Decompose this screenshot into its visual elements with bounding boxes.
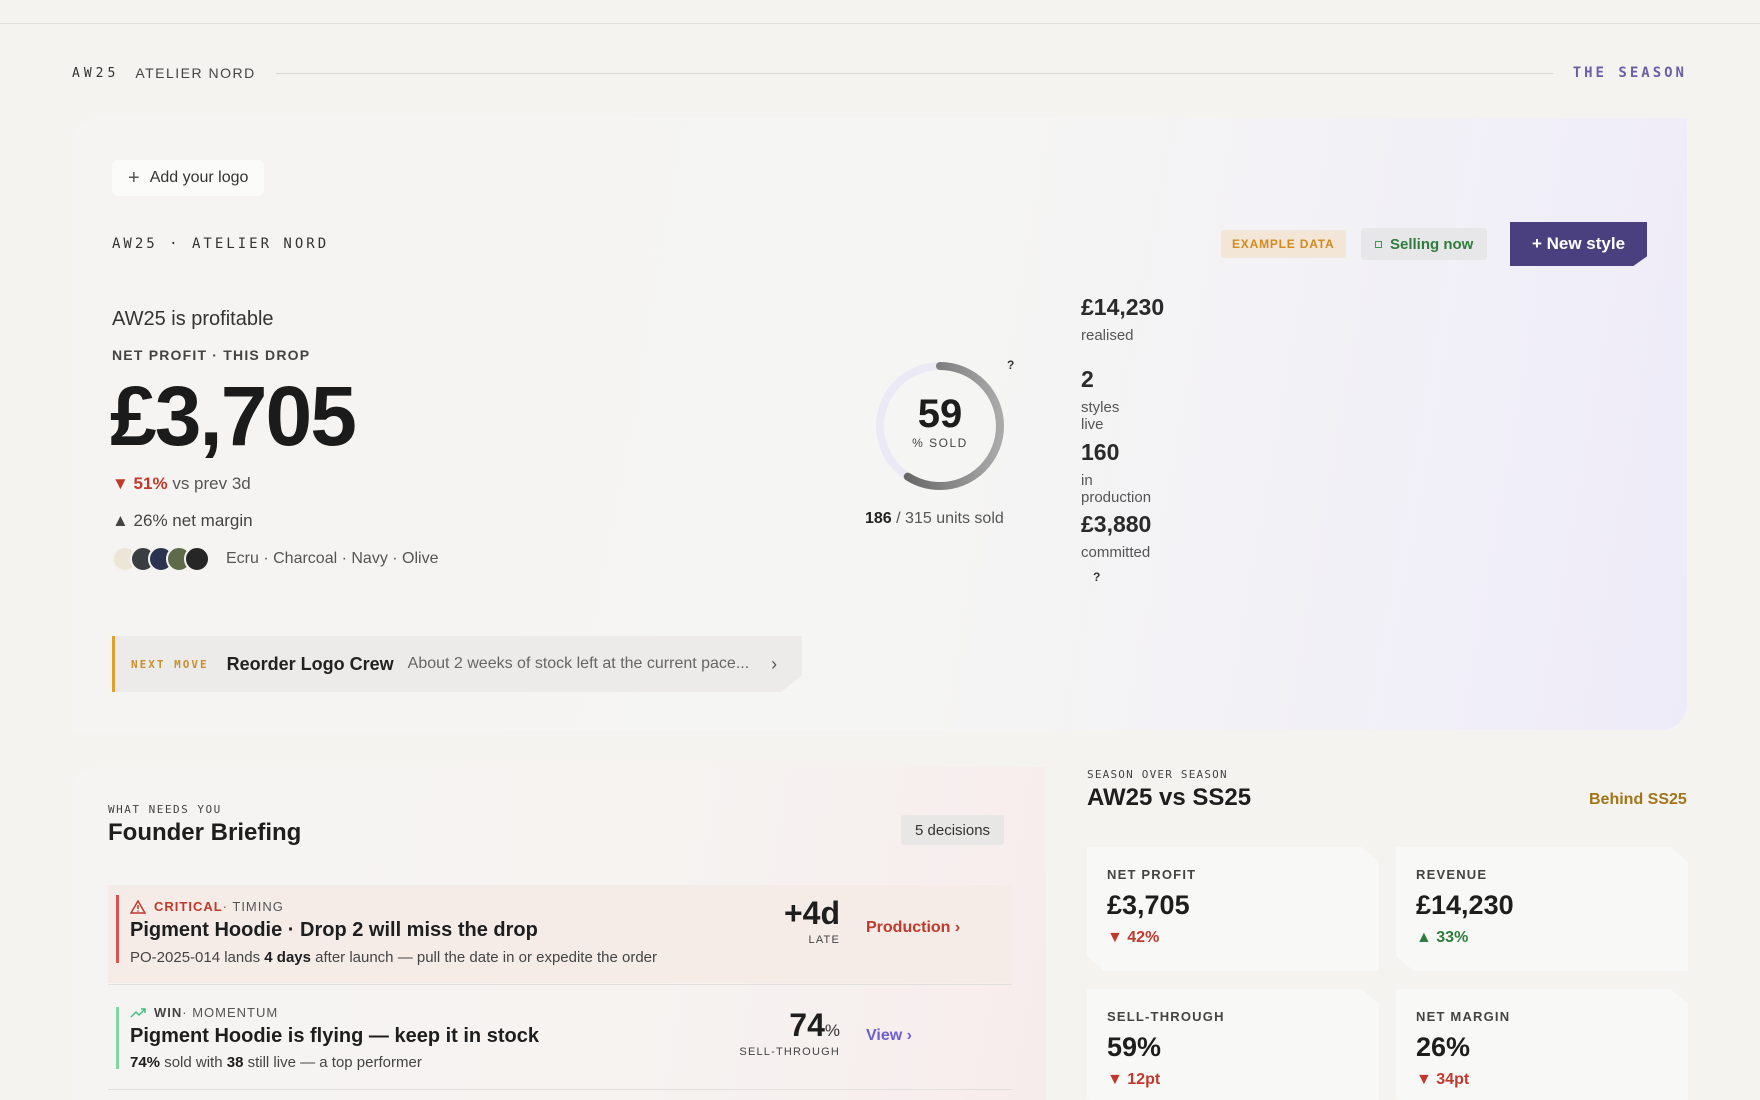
sold-help-icon[interactable]: ? <box>1007 358 1014 372</box>
row-metric: 74% SELL-THROUGH <box>739 1007 840 1058</box>
severity-label: CRITICAL <box>154 899 223 914</box>
units-sold-count: 186 <box>865 510 892 527</box>
selling-status-label: Selling now <box>1390 235 1474 253</box>
sold-ring-value: 59 <box>917 392 963 436</box>
committed-help-icon[interactable]: ? <box>1093 570 1100 584</box>
net-margin: ▲ 26% net margin <box>112 511 253 530</box>
severity-label: WIN <box>154 1005 183 1020</box>
kpi-value: 59% <box>1107 1032 1162 1062</box>
header-section-label: THE SEASON <box>1572 65 1687 81</box>
kpi-delta: ▼ 34pt <box>1416 1071 1470 1088</box>
stat-in-production: 160 in production <box>1081 439 1151 506</box>
row-description: PO-2025-014 lands 4 days after launch — … <box>130 949 658 966</box>
units-sold-total: / 315 units sold <box>896 510 1004 527</box>
stat-label: committed <box>1081 544 1151 561</box>
profit-subtitle: NET PROFIT · THIS DROP <box>112 347 311 363</box>
production-link[interactable]: Production › <box>866 919 960 937</box>
row-description: 74% sold with 38 still live — a top perf… <box>130 1054 422 1071</box>
example-data-badge: EXAMPLE DATA <box>1221 230 1346 258</box>
stat-committed: £3,880 committed <box>1081 511 1151 561</box>
row-kicker: CRITICAL· TIMING <box>130 899 284 914</box>
next-move-banner[interactable]: NEXT MOVE Reorder Logo Crew About 2 week… <box>112 636 802 692</box>
row-title: Pigment Hoodie · Drop 2 will miss the dr… <box>130 919 538 941</box>
view-link[interactable]: View › <box>866 1027 912 1045</box>
row-kicker: WIN· MOMENTUM <box>130 1005 278 1020</box>
next-move-label: NEXT MOVE <box>131 657 209 671</box>
kpi-label: NET PROFIT <box>1107 867 1197 882</box>
kpi-net-margin: NET MARGIN 26% ▼ 34pt <box>1396 989 1688 1100</box>
profit-delta-value: ▼ 51% <box>112 474 168 493</box>
page-header: AW25 ATELIER NORD THE SEASON <box>72 63 1687 83</box>
stat-label: in production <box>1081 472 1152 506</box>
swatch-names: Ecru · Charcoal · Navy · Olive <box>226 550 439 567</box>
swatch-black <box>184 546 210 572</box>
sos-title: AW25 vs SS25 <box>1087 784 1252 811</box>
sold-ring-label: % SOLD <box>912 436 968 450</box>
briefing-row-critical[interactable]: CRITICAL· TIMING Pigment Hoodie · Drop 2… <box>108 885 1012 983</box>
kpi-net-profit: NET PROFIT £3,705 ▼ 42% <box>1087 847 1379 971</box>
stat-label: realised <box>1081 327 1134 344</box>
metric-caption: SELL-THROUGH <box>739 1046 840 1058</box>
next-move-title: Reorder Logo Crew <box>226 653 394 674</box>
kpi-label: NET MARGIN <box>1416 1009 1511 1024</box>
add-logo-button[interactable]: + Add your logo <box>112 160 265 196</box>
kpi-sell-through: SELL-THROUGH 59% ▼ 12pt <box>1087 989 1379 1100</box>
trending-up-icon <box>130 1007 146 1018</box>
kpi-label: SELL-THROUGH <box>1107 1009 1225 1024</box>
header-brand: ATELIER NORD <box>135 65 256 81</box>
new-style-button[interactable]: + New style <box>1510 222 1647 266</box>
units-sold: 186 / 315 units sold <box>865 510 1004 528</box>
kpi-value: £3,705 <box>1107 890 1190 920</box>
profit-delta: ▼ 51% vs prev 3d <box>112 474 251 494</box>
next-move-description: About 2 weeks of stock left at the curre… <box>407 655 750 672</box>
metric-value: +4d <box>783 895 840 931</box>
header-season: AW25 <box>72 65 120 81</box>
warning-icon <box>130 899 146 914</box>
chevron-right-icon: › <box>771 653 778 674</box>
hero-label: AW25 · ATELIER NORD <box>112 236 330 252</box>
sos-kicker: SEASON OVER SEASON <box>1087 768 1228 781</box>
header-divider <box>275 72 1553 74</box>
profit-delta-label: vs prev 3d <box>172 474 251 493</box>
stat-realised: £14,230 realised <box>1081 294 1164 344</box>
profit-headline: AW25 is profitable <box>112 308 274 330</box>
kpi-revenue: REVENUE £14,230 ▲ 33% <box>1396 847 1688 971</box>
metric-unit: % <box>824 1021 840 1040</box>
stat-value: £14,230 <box>1081 294 1165 320</box>
metric-value: 74 <box>789 1007 825 1043</box>
founder-briefing-card: WHAT NEEDS YOU Founder Briefing 5 decisi… <box>72 767 1046 1100</box>
kpi-delta: ▲ 33% <box>1416 929 1469 946</box>
kpi-delta: ▼ 12pt <box>1107 1071 1161 1088</box>
stat-label: styles live <box>1081 399 1120 433</box>
decisions-count-badge: 5 decisions <box>901 815 1005 845</box>
top-strip <box>0 0 1760 24</box>
season-hero-card: + Add your logo AW25 · ATELIER NORD EXAM… <box>72 118 1687 730</box>
briefing-title: Founder Briefing <box>108 819 302 846</box>
kpi-label: REVENUE <box>1416 867 1488 882</box>
metric-caption: LATE <box>808 934 840 946</box>
sos-status: Behind SS25 <box>1589 791 1687 808</box>
plus-icon: + <box>128 167 140 189</box>
row-metric: +4d LATE <box>784 895 840 946</box>
kpi-value: £14,230 <box>1416 890 1514 920</box>
stat-value: 160 <box>1081 439 1120 465</box>
briefing-kicker: WHAT NEEDS YOU <box>108 803 222 816</box>
sold-ring: 59 % SOLD <box>868 354 1012 498</box>
briefing-row-win[interactable]: WIN· MOMENTUM Pigment Hoodie is flying —… <box>108 984 1012 1090</box>
selling-status-badge: Selling now <box>1361 228 1488 260</box>
net-profit-value: £3,705 <box>110 369 357 463</box>
category-label: · MOMENTUM <box>182 1005 279 1020</box>
status-dot-icon <box>1375 240 1382 248</box>
row-title: Pigment Hoodie is flying — keep it in st… <box>130 1025 539 1047</box>
severity-bar <box>116 895 119 963</box>
stat-styles-live: 2 styles live <box>1081 366 1119 433</box>
kpi-delta: ▼ 42% <box>1107 929 1160 946</box>
kpi-value: 26% <box>1416 1032 1471 1062</box>
stat-value: £3,880 <box>1081 511 1152 537</box>
stat-value: 2 <box>1081 366 1094 392</box>
add-logo-label: Add your logo <box>149 169 249 186</box>
category-label: · TIMING <box>222 899 284 914</box>
colorway-swatches: Ecru · Charcoal · Navy · Olive <box>112 546 439 572</box>
severity-bar <box>116 1007 119 1069</box>
